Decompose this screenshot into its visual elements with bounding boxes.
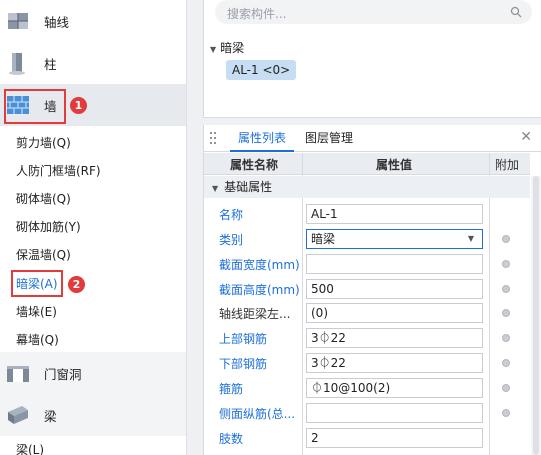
highlight-box-hidden-beam [11, 270, 63, 297]
group-label: 基础属性 [224, 180, 273, 194]
wall-item-masonry-wall[interactable]: 砌体墙(Q) [16, 190, 71, 207]
property-row-section-width: 截面宽度(mm) [204, 252, 530, 276]
property-value-field[interactable]: 3⏀22 [306, 328, 483, 348]
header-extra: 附加 [495, 158, 520, 172]
property-label: 截面宽度(mm) [219, 258, 300, 272]
wall-item-shear-wall[interactable]: 剪力墙(Q) [16, 134, 71, 151]
close-icon[interactable]: ✕ [520, 129, 532, 145]
caret-down-icon[interactable]: ▼ [210, 45, 216, 54]
tab-layer-management[interactable]: 图层管理 [297, 125, 361, 152]
category-label: 梁 [44, 408, 57, 424]
component-category-panel: 轴线 柱 墙 1 剪力墙(Q) 人防门框墙(RF) 砌体墙(Q) 砌体加筋(Y)… [0, 0, 186, 455]
property-row-side-rebar: 侧面纵筋(总... [204, 401, 530, 425]
attach-toggle[interactable] [502, 285, 510, 293]
property-label: 侧面纵筋(总... [219, 407, 296, 421]
header-property-name: 属性名称 [230, 158, 279, 172]
property-tabs: 属性列表 图层管理 ✕ [204, 125, 541, 152]
panel-splitter[interactable] [186, 0, 203, 455]
door-window-icon [7, 366, 29, 382]
attach-toggle[interactable] [502, 309, 510, 317]
property-row-top-rebar: 上部钢筋 3⏀22 [204, 326, 530, 350]
property-value-field[interactable]: 3⏀22 [306, 353, 483, 373]
property-value-field[interactable]: 2 [306, 428, 483, 448]
tree-node-label: 暗梁 [220, 41, 245, 55]
column-icon [9, 53, 25, 75]
wall-item-masonry-rebar[interactable]: 砌体加筋(Y) [16, 218, 81, 235]
property-group-basic[interactable]: ▼ 基础属性 [204, 176, 530, 198]
highlight-box-wall [4, 89, 66, 124]
drag-grip-icon[interactable] [209, 131, 217, 145]
property-table-header: 属性名称 属性值 附加 [204, 153, 530, 175]
property-row-legs: 肢数 2 [204, 426, 530, 450]
attach-toggle[interactable] [502, 260, 510, 268]
wall-item-insulation-wall[interactable]: 保温墙(Q) [16, 246, 71, 263]
wall-item-curtain-wall[interactable]: 幕墙(Q) [16, 331, 59, 348]
tree-item-al-1[interactable]: AL-1 <0> [226, 60, 297, 80]
property-value-field[interactable] [306, 403, 483, 423]
attach-toggle[interactable] [502, 334, 510, 342]
category-door-window[interactable]: 门窗洞 [0, 352, 186, 394]
category-label: 轴线 [44, 14, 70, 30]
category-beam[interactable]: 梁 [0, 394, 186, 436]
property-value-field[interactable]: (0) [306, 303, 483, 323]
property-label: 轴线距梁左... [219, 307, 291, 321]
search-input[interactable]: 搜索构件... [227, 5, 286, 22]
attach-toggle[interactable] [502, 384, 510, 392]
property-scrollbar[interactable] [531, 176, 541, 455]
property-label: 上部钢筋 [219, 332, 268, 346]
header-property-value: 属性值 [376, 158, 413, 172]
search-icon[interactable] [510, 6, 522, 18]
property-row-axis-offset: 轴线距梁左... (0) [204, 301, 530, 325]
property-row-name: 名称 AL-1 [204, 202, 530, 226]
dropdown-arrow-icon[interactable]: ▼ [468, 230, 474, 248]
axis-icon [8, 13, 28, 29]
property-value-field[interactable]: ⏀10@100(2) [306, 378, 483, 398]
property-row-stirrup: 箍筋 ⏀10@100(2) [204, 376, 530, 400]
category-label: 柱 [44, 56, 57, 72]
property-row-bottom-rebar: 下部钢筋 3⏀22 [204, 351, 530, 375]
caret-down-icon[interactable]: ▼ [212, 184, 218, 193]
property-label: 名称 [219, 208, 244, 222]
property-row-section-height: 截面高度(mm) 500 [204, 277, 530, 301]
attach-toggle[interactable] [502, 235, 510, 243]
category-label: 门窗洞 [44, 366, 82, 382]
panel-splitter-horizontal[interactable] [203, 118, 541, 125]
scrollbar-thumb[interactable] [533, 176, 539, 455]
category-axis[interactable]: 轴线 [0, 0, 186, 42]
property-value-select[interactable]: 暗梁 ▼ [306, 229, 483, 249]
tab-property-list[interactable]: 属性列表 [230, 125, 295, 152]
property-value-field[interactable]: AL-1 [306, 204, 483, 224]
search-box[interactable]: 搜索构件... [215, 0, 532, 24]
property-label: 截面高度(mm) [219, 283, 300, 297]
property-panel: 属性列表 图层管理 ✕ 属性名称 属性值 附加 ▼ 基础属性 名称 AL-1 类别… [203, 125, 541, 455]
property-value-field[interactable] [306, 254, 483, 274]
beam-icon [8, 406, 28, 424]
property-label: 下部钢筋 [219, 357, 268, 371]
attach-toggle[interactable] [502, 359, 510, 367]
property-label: 箍筋 [219, 382, 244, 396]
step-badge-2: 2 [68, 276, 85, 293]
tree-node-hidden-beam[interactable]: ▼ 暗梁 [210, 39, 244, 56]
category-column[interactable]: 柱 [0, 42, 186, 84]
component-tree-panel: 搜索构件... ▼ 暗梁 AL-1 <0> [203, 0, 541, 118]
property-label: 类别 [219, 233, 244, 247]
property-value-field[interactable]: 500 [306, 279, 483, 299]
property-row-category: 类别 暗梁 ▼ [204, 227, 530, 251]
select-value: 暗梁 [311, 232, 336, 246]
attach-toggle[interactable] [502, 409, 510, 417]
property-label: 肢数 [219, 432, 244, 446]
wall-item-pilaster[interactable]: 墙垛(E) [16, 303, 57, 320]
wall-item-civil-defense-door-wall[interactable]: 人防门框墙(RF) [16, 162, 101, 179]
step-badge-1: 1 [70, 97, 87, 114]
beam-item-beam[interactable]: 梁(L) [16, 441, 44, 455]
